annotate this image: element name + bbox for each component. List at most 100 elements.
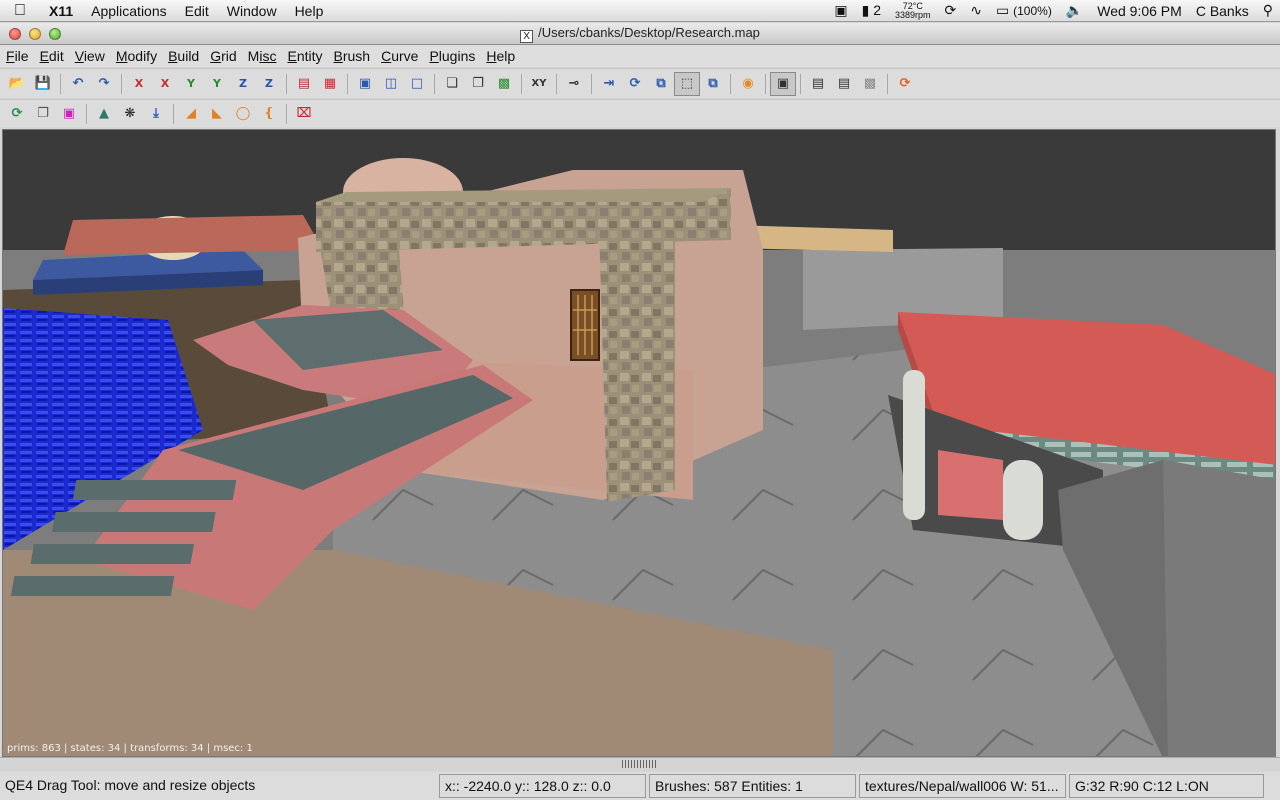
window-title-bar[interactable]: X/Users/cbanks/Desktop/Research.map (0, 23, 1280, 45)
apple-menu-icon[interactable]:  (0, 2, 40, 20)
menu-curve[interactable]: Curve (375, 48, 423, 64)
menu-brush[interactable]: Brush (328, 48, 376, 64)
sync-icon[interactable]: ⟳ (938, 2, 964, 19)
entity-list-icon[interactable]: ▤ (805, 72, 831, 96)
select-partial-icon[interactable]: □ (404, 72, 430, 96)
battery-percent: (100%) (1013, 4, 1052, 18)
rotate-x-icon[interactable]: X (152, 72, 178, 96)
menu-modify[interactable]: Modify (110, 48, 162, 64)
rotate-y-icon[interactable]: Y (204, 72, 230, 96)
application-menu-bar: File Edit View Modify Build Grid Misc En… (0, 45, 1280, 67)
hollow-icon[interactable]: ❏ (439, 72, 465, 96)
menu-file[interactable]: File (0, 48, 34, 64)
toolbar-separator (556, 73, 557, 94)
cubic-clip-icon[interactable]: ▣ (770, 71, 796, 96)
toolbar-separator (121, 73, 122, 94)
open-folder-icon[interactable]: 📂 (4, 72, 30, 96)
refresh-icon[interactable]: ⟳ (892, 72, 918, 96)
menu-build[interactable]: Build (162, 48, 204, 64)
texture-browser-icon[interactable]: ▩ (857, 72, 883, 96)
scale-icon[interactable]: ⧉ (648, 72, 674, 96)
x11-document-icon: X (520, 29, 534, 43)
status-grid: G:32 R:90 C:12 L:ON (1069, 774, 1264, 798)
toolbar-separator (286, 73, 287, 94)
save-icon[interactable]: 💾 (30, 72, 56, 96)
column-left (903, 370, 925, 520)
patch-arch-icon[interactable]: ❴ (256, 102, 282, 126)
red-canopy (63, 215, 323, 255)
patch-bevel-icon[interactable]: ◣ (204, 102, 230, 126)
menu-edit[interactable]: Edit (176, 3, 218, 19)
translate-icon[interactable]: ⇥ (596, 72, 622, 96)
plugin-toolbar: ⟳ ❐ ▣ ▲ ❋ ⤓ ◢ ◣ ◯ ❴ ⌧ (0, 99, 1280, 127)
bug-icon[interactable]: ❋ (117, 102, 143, 126)
pane-splitter[interactable] (0, 757, 1280, 771)
patch-cone-icon[interactable]: ◢ (178, 102, 204, 126)
spotlight-search-icon[interactable]: ⚲ (1256, 2, 1280, 19)
status-tool: QE4 Drag Tool: move and resize objects (5, 777, 256, 793)
menu-plugins[interactable]: Plugins (423, 48, 480, 64)
cube-icon[interactable]: ❐ (30, 102, 56, 126)
toolbar-separator (286, 103, 287, 124)
clock[interactable]: Wed 9:06 PM (1090, 3, 1189, 19)
zoom-window-button[interactable] (49, 27, 61, 40)
undo-icon[interactable]: ↶ (65, 72, 91, 96)
toolbar-separator (173, 103, 174, 124)
csg-merge-icon[interactable]: ▦ (317, 72, 343, 96)
spaces-indicator[interactable]: ▮ 2 (855, 2, 888, 19)
solid-brush-icon[interactable]: ▩ (491, 72, 517, 96)
temperature-widget[interactable]: 72°C 3389rpm (888, 1, 938, 20)
flip-x-icon[interactable]: X (126, 72, 152, 96)
battery-icon: ▭ (996, 2, 1010, 18)
volume-icon[interactable]: 🔈 (1059, 2, 1090, 19)
stone-pillar-right (599, 220, 675, 502)
spaces-icon: ▮ (861, 2, 870, 18)
clipper-icon[interactable]: ⊸ (561, 72, 587, 96)
menu-help[interactable]: Help (286, 3, 333, 19)
menu-grid[interactable]: Grid (204, 48, 241, 64)
user-name[interactable]: C Banks (1189, 3, 1256, 19)
csg-subtract-icon[interactable]: ▤ (291, 72, 317, 96)
menu-app-x11[interactable]: X11 (40, 3, 82, 19)
flip-y-icon[interactable]: Y (178, 72, 204, 96)
tree-icon[interactable]: ▲ (91, 102, 117, 126)
menu-edit-app[interactable]: Edit (34, 48, 69, 64)
menu-view[interactable]: View (69, 48, 110, 64)
menu-applications[interactable]: Applications (82, 3, 176, 19)
filter-icon[interactable]: ⌧ (291, 102, 317, 126)
texture-lock-icon[interactable]: ◉ (735, 72, 761, 96)
cycle-icon[interactable]: ⟳ (4, 102, 30, 126)
select-inside-icon[interactable]: ▣ (352, 72, 378, 96)
menu-misc[interactable]: Misc (242, 48, 282, 64)
patch-cylinder-icon[interactable]: ◯ (230, 102, 256, 126)
scene-render (3, 158, 1275, 756)
menu-window[interactable]: Window (218, 3, 286, 19)
camera-icon[interactable]: ▣ (827, 2, 854, 19)
toolbar-separator (591, 73, 592, 94)
status-texture: textures/Nepal/wall006 W: 51... (859, 774, 1066, 798)
rotate-z-icon[interactable]: Z (256, 72, 282, 96)
splitter-grip-icon[interactable] (622, 760, 658, 768)
redo-icon[interactable]: ↷ (91, 72, 117, 96)
camera-viewport[interactable]: prims: 863 | states: 34 | transforms: 34… (2, 129, 1276, 757)
minimize-window-button[interactable] (29, 27, 41, 40)
battery-status[interactable]: ▭ (100%) (989, 2, 1059, 19)
drop-to-floor-icon[interactable]: ⤓ (143, 102, 169, 126)
drag-tool-icon[interactable]: ⬚ (674, 71, 700, 96)
fan-speed-value: 3389rpm (895, 9, 931, 20)
window-title-text: /Users/cbanks/Desktop/Research.map (538, 24, 760, 40)
window-title: X/Users/cbanks/Desktop/Research.map (0, 25, 1280, 43)
menu-entity[interactable]: Entity (281, 48, 327, 64)
menu-help-app[interactable]: Help (480, 48, 520, 64)
shader-icon[interactable]: ▣ (56, 102, 82, 126)
console-icon[interactable]: ▤ (831, 72, 857, 96)
flip-z-icon[interactable]: Z (230, 72, 256, 96)
resize-tool-icon[interactable]: ⧉ (700, 72, 726, 96)
rotate-icon[interactable]: ⟳ (622, 72, 648, 96)
close-window-button[interactable] (9, 27, 21, 40)
make-room-icon[interactable]: ❐ (465, 72, 491, 96)
wifi-icon[interactable]: ∿ (963, 2, 989, 19)
select-touching-icon[interactable]: ◫ (378, 72, 404, 96)
toolbar-separator (60, 73, 61, 94)
view-xy-icon[interactable]: XY (526, 72, 552, 96)
